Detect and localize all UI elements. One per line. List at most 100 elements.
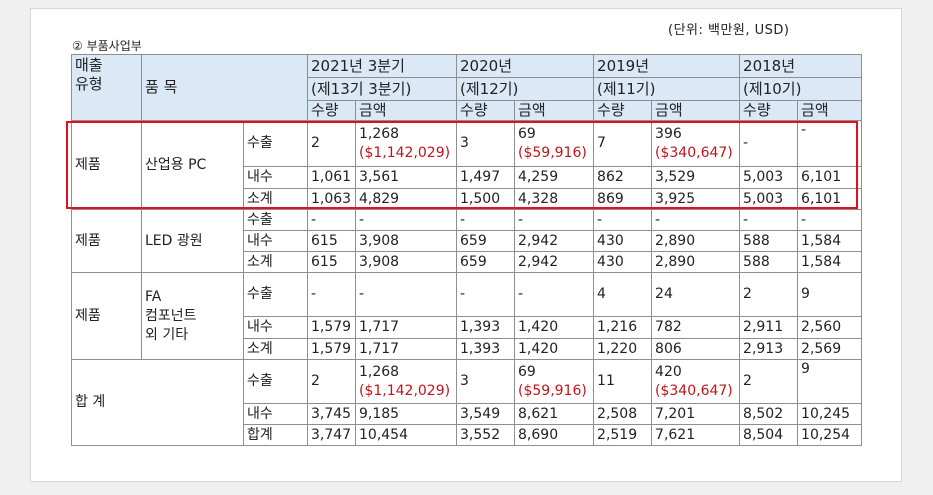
header-sales-type: 매출 유형 bbox=[71, 54, 142, 121]
header-amount: 금액 bbox=[354, 100, 458, 121]
amount-cell: 1,420 bbox=[514, 316, 595, 339]
row-label: 수출 bbox=[243, 272, 308, 317]
qty-cell: 1,393 bbox=[456, 338, 516, 360]
amount-usd: ($340,647) bbox=[655, 382, 733, 399]
qty-cell: 3,549 bbox=[456, 403, 516, 425]
qty-cell: 3 bbox=[456, 359, 516, 404]
amount-cell: 1,268 ($1,142,029) bbox=[354, 359, 458, 404]
qty-cell: 659 bbox=[456, 230, 516, 252]
amount-krw: - bbox=[801, 122, 807, 138]
row-label: 내수 bbox=[243, 403, 308, 425]
qty-cell: 659 bbox=[456, 251, 516, 273]
amount-cell: 6,101 bbox=[797, 188, 863, 210]
amount-cell: 806 bbox=[651, 338, 741, 360]
header-period-term: (제10기) bbox=[739, 77, 863, 101]
amount-cell: 1,420 bbox=[514, 338, 595, 360]
item-cell: 산업용 PC bbox=[141, 120, 244, 210]
amount-cell: 420 ($340,647) bbox=[651, 359, 741, 404]
amount-cell: - bbox=[354, 209, 458, 231]
row-label: 내수 bbox=[243, 230, 308, 252]
row-label: 소계 bbox=[243, 188, 308, 210]
header-qty: 수량 bbox=[739, 100, 799, 121]
row-label: 내수 bbox=[243, 316, 308, 339]
amount-krw: 1,268 bbox=[359, 125, 400, 142]
qty-cell: 5,003 bbox=[739, 166, 799, 189]
amount-usd: ($59,916) bbox=[518, 382, 587, 399]
amount-krw: 69 bbox=[518, 363, 536, 380]
amount-krw: 1,268 bbox=[359, 363, 400, 380]
amount-krw: 420 bbox=[655, 363, 682, 380]
amount-cell: 2,560 bbox=[797, 316, 863, 339]
header-period-term: (제13기 3분기) bbox=[306, 77, 458, 101]
amount-cell: 9 bbox=[797, 272, 863, 317]
table-body: 제품 산업용 PC 수출 2 1,268 ($1,142,029) 3 69 ($59,916)… bbox=[71, 120, 863, 446]
header-period-year: 2020년 bbox=[456, 54, 595, 78]
header-period-year: 2018년 bbox=[739, 54, 863, 78]
qty-cell: 2,911 bbox=[739, 316, 799, 339]
amount-cell: 1,268 ($1,142,029) bbox=[354, 120, 458, 167]
qty-cell: 2 bbox=[739, 359, 799, 404]
amount-cell: 7,621 bbox=[651, 424, 741, 446]
amount-cell: 2,890 bbox=[651, 251, 741, 273]
qty-cell: 8,502 bbox=[739, 403, 799, 425]
qty-cell: 1,579 bbox=[307, 316, 356, 339]
qty-cell: 615 bbox=[307, 230, 356, 252]
header-qty: 수량 bbox=[456, 100, 516, 121]
amount-cell: 3,561 bbox=[354, 166, 458, 189]
amount-cell: 10,254 bbox=[797, 424, 863, 446]
qty-cell: 5,003 bbox=[739, 188, 799, 210]
qty-cell: 1,220 bbox=[593, 338, 653, 360]
amount-cell: 396 ($340,647) bbox=[651, 120, 741, 167]
header-amount: 금액 bbox=[651, 100, 741, 121]
qty-cell: 588 bbox=[739, 251, 799, 273]
qty-cell: 2,519 bbox=[593, 424, 653, 446]
qty-cell: - bbox=[456, 209, 516, 231]
qty-cell: 2 bbox=[739, 272, 799, 317]
amount-cell: 4,259 bbox=[514, 166, 595, 189]
header-amount: 금액 bbox=[797, 100, 863, 121]
row-label: 합계 bbox=[243, 424, 308, 446]
header-amount: 금액 bbox=[514, 100, 595, 121]
amount-cell: - bbox=[797, 120, 863, 167]
qty-cell: 430 bbox=[593, 230, 653, 252]
qty-cell: - bbox=[307, 209, 356, 231]
qty-cell: - bbox=[593, 209, 653, 231]
amount-krw: 396 bbox=[655, 125, 682, 142]
qty-cell: 869 bbox=[593, 188, 653, 210]
amount-cell: 2,942 bbox=[514, 230, 595, 252]
row-label: 수출 bbox=[243, 209, 308, 231]
amount-cell: 3,925 bbox=[651, 188, 741, 210]
amount-cell: 2,569 bbox=[797, 338, 863, 360]
amount-cell: 3,908 bbox=[354, 251, 458, 273]
qty-cell: 1,500 bbox=[456, 188, 516, 210]
qty-cell: 1,579 bbox=[307, 338, 356, 360]
qty-cell: 4 bbox=[593, 272, 653, 317]
amount-cell: 8,621 bbox=[514, 403, 595, 425]
amount-cell: 3,529 bbox=[651, 166, 741, 189]
table-row: 제품 산업용 PC 수출 2 1,268 ($1,142,029) 3 69 ($59,916)… bbox=[71, 120, 863, 210]
amount-cell: - bbox=[514, 272, 595, 317]
header-qty: 수량 bbox=[593, 100, 653, 121]
qty-cell: 2,508 bbox=[593, 403, 653, 425]
amount-cell: 2,942 bbox=[514, 251, 595, 273]
header-period-year: 2019년 bbox=[593, 54, 741, 78]
row-label: 수출 bbox=[243, 120, 308, 167]
qty-cell: 862 bbox=[593, 166, 653, 189]
qty-cell: 7 bbox=[593, 120, 653, 167]
amount-cell: 69 ($59,916) bbox=[514, 120, 595, 167]
amount-cell: - bbox=[651, 209, 741, 231]
amount-cell: 3,908 bbox=[354, 230, 458, 252]
qty-cell: 2,913 bbox=[739, 338, 799, 360]
qty-cell: 1,063 bbox=[307, 188, 356, 210]
qty-cell: 8,504 bbox=[739, 424, 799, 446]
qty-cell: 1,216 bbox=[593, 316, 653, 339]
amount-cell: 10,454 bbox=[354, 424, 458, 446]
header-item: 품 목 bbox=[141, 54, 308, 121]
qty-cell: - bbox=[739, 209, 799, 231]
amount-cell: 2,890 bbox=[651, 230, 741, 252]
row-label: 수출 bbox=[243, 359, 308, 404]
qty-cell: 615 bbox=[307, 251, 356, 273]
parts-sales-table: 매출 유형 품 목 2021년 3분기 2020년 2019년 2018년 (제… bbox=[71, 54, 863, 446]
amount-cell: 9 bbox=[797, 359, 863, 404]
section-caption: ② 부품사업부 bbox=[72, 39, 142, 53]
